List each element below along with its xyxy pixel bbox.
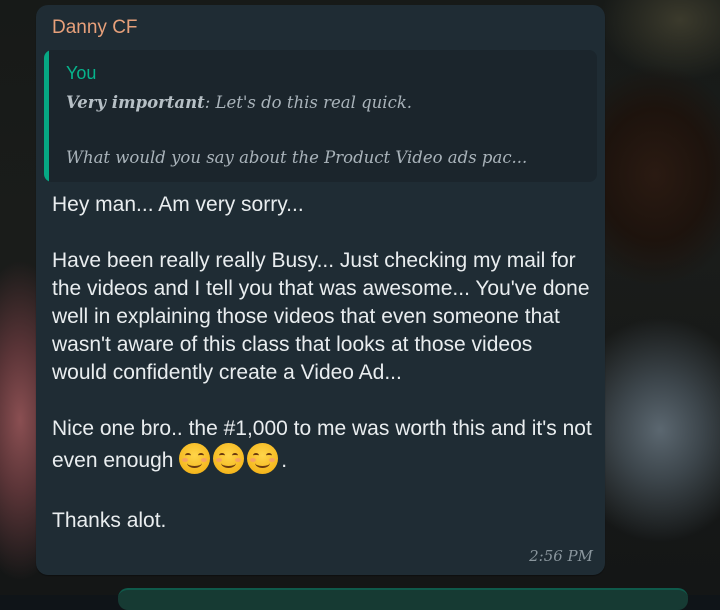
quoted-reply[interactable]: You Very important: Let's do this real q… xyxy=(44,50,597,182)
quote-author: You xyxy=(66,63,97,83)
smiling-face-emoji-icon xyxy=(179,443,211,474)
quote-text-line-2: What would you say about the Product Vid… xyxy=(66,148,528,167)
message-paragraph-2: Have been really really Busy... Just che… xyxy=(52,249,590,384)
message-body: Hey man... Am very sorry... Have been re… xyxy=(52,191,592,535)
quote-bold-text: Very important xyxy=(66,93,205,112)
next-message-bubble[interactable] xyxy=(118,588,688,610)
smiling-face-emoji-icon xyxy=(213,443,245,474)
message-paragraph-4: Thanks alot. xyxy=(52,509,167,532)
quote-text-rest: : Let's do this real quick. xyxy=(204,93,413,112)
message-paragraph-1: Hey man... Am very sorry... xyxy=(52,193,304,216)
smiling-face-emoji-icon xyxy=(247,443,279,474)
incoming-message-bubble[interactable]: Danny CF You Very important: Let's do th… xyxy=(36,5,605,575)
quote-accent-bar xyxy=(44,50,49,182)
message-paragraph-3-end: . xyxy=(281,449,288,472)
quote-text-line-1: Very important: Let's do this real quick… xyxy=(66,93,412,112)
message-timestamp: 2:56 PM xyxy=(529,547,593,565)
message-paragraph-3-text: Nice one bro.. the #1,000 to me was wort… xyxy=(52,417,592,472)
sender-name[interactable]: Danny CF xyxy=(52,17,138,39)
message-paragraph-3: Nice one bro.. the #1,000 to me was wort… xyxy=(52,415,592,475)
